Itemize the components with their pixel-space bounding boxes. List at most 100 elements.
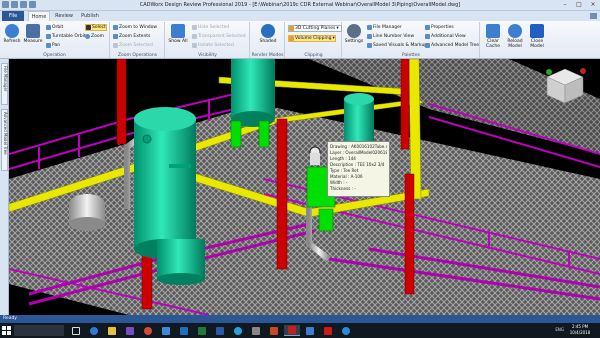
- reload-icon: [508, 24, 522, 38]
- taskbar-app-skype[interactable]: [230, 325, 246, 336]
- refresh-icon: [5, 24, 19, 38]
- model-scene[interactable]: [9, 59, 600, 315]
- taskbar-app-visual-studio[interactable]: [122, 325, 138, 336]
- status-bar: Ready: [0, 315, 600, 323]
- zoom-button[interactable]: Zoom: [85, 33, 104, 40]
- small-horizontal-vessel: [69, 194, 105, 231]
- upper-vessel-left: [231, 59, 275, 127]
- saved-visuals-button[interactable]: Saved Visuals & Markup: [367, 42, 427, 49]
- pan-button[interactable]: Pan: [46, 42, 60, 49]
- taskbar-app-task-view[interactable]: [68, 325, 84, 336]
- clipping-label: Clipping: [304, 53, 323, 58]
- taskbar-app-excel[interactable]: [194, 325, 210, 336]
- taskbar-app-blue[interactable]: [158, 325, 174, 336]
- zoom-selected-button[interactable]: Zoom Selected: [113, 42, 153, 49]
- windows-taskbar: ENG 2:45 PM 10/4/2018: [0, 323, 600, 338]
- close-icon: [530, 24, 544, 38]
- taskbar-app-chrome[interactable]: [140, 325, 156, 336]
- taskbar-app-zoom[interactable]: [338, 325, 354, 336]
- show-all-button[interactable]: Show All: [167, 23, 189, 50]
- taskbar-app-outlook[interactable]: [176, 325, 192, 336]
- isolate-selected-button[interactable]: Isolate Selected: [192, 42, 234, 49]
- folder-icon: [367, 25, 372, 30]
- window-controls: – □ ×: [558, 0, 600, 10]
- zoom-operations-label: Zoom Operations: [117, 53, 158, 58]
- close-window-button[interactable]: ×: [586, 0, 600, 10]
- zoom-operations-group: Zoom to Window Zoom Extents Zoom Selecte…: [111, 22, 165, 58]
- zoom-extents-button[interactable]: Zoom Extents: [113, 33, 150, 40]
- reload-model-button[interactable]: Reload Model: [504, 23, 526, 50]
- properties-icon: [425, 25, 430, 30]
- file-manager-side-tab[interactable]: File Manager: [1, 63, 8, 105]
- clear-cache-button[interactable]: Clear Cache: [482, 23, 504, 50]
- taskbar-app-word[interactable]: [212, 325, 228, 336]
- settings-button[interactable]: Settings: [343, 23, 365, 50]
- excel-icon: [198, 326, 206, 335]
- advanced-model-tree-button[interactable]: Advanced Model Tree: [425, 42, 479, 49]
- orbit-button[interactable]: Orbit: [46, 24, 63, 31]
- chrome-icon: [144, 326, 152, 335]
- line-number-view-button[interactable]: Line Number View: [367, 33, 414, 40]
- measure-button[interactable]: Measure: [22, 23, 44, 50]
- shaded-button[interactable]: Shaded: [257, 23, 279, 50]
- taskbar-app-blue2[interactable]: [302, 325, 318, 336]
- orbit-icon: [46, 25, 51, 30]
- edge-icon: [90, 326, 98, 335]
- select-button[interactable]: Select: [85, 24, 107, 31]
- isolate-icon: [192, 43, 197, 48]
- taskbar-search-box[interactable]: [14, 325, 64, 336]
- system-tray-language[interactable]: ENG: [555, 327, 564, 332]
- model-group: Clear Cache Reload Model Close Model: [481, 22, 551, 58]
- tab-home[interactable]: Home: [28, 11, 50, 21]
- refresh-button[interactable]: Refresh: [1, 23, 23, 50]
- component-tooltip: Drawing : AK0016102Tube.dwg Layer : Over…: [327, 141, 390, 197]
- cutting-planes-dropdown[interactable]: 3D Cutting Planes ▾: [288, 25, 342, 32]
- list-icon: [367, 34, 372, 39]
- taskbar-app-acrobat[interactable]: [320, 325, 336, 336]
- windows-start-icon[interactable]: [2, 326, 11, 335]
- show-all-icon: [171, 24, 185, 38]
- taskbar-app-cadworx[interactable]: [284, 325, 300, 336]
- visibility-group: Show All Hide Selected Transparent Selec…: [166, 22, 250, 58]
- help-icon[interactable]: [590, 13, 597, 19]
- minimize-button[interactable]: –: [558, 0, 572, 10]
- taskbar-apps: [68, 325, 354, 336]
- ruler-icon: [26, 24, 40, 38]
- volume-clipping-button[interactable]: Volume Clipping ▾: [288, 35, 336, 42]
- transparent-selected-button[interactable]: Transparent Selected: [192, 33, 246, 40]
- magnifier-icon: [85, 34, 90, 39]
- palettes-group: Settings File Manager Line Number View S…: [343, 22, 480, 58]
- tree-icon: [425, 43, 430, 48]
- turntable-orbit-button[interactable]: Turntable Orbit: [46, 33, 86, 40]
- status-text: Ready: [3, 316, 17, 321]
- title-bar: CADWorx Design Review Professional 2019 …: [0, 0, 600, 11]
- tab-file[interactable]: File: [2, 11, 24, 21]
- view-icon: [425, 34, 430, 39]
- file-manager-button[interactable]: File Manager: [367, 24, 402, 31]
- visual-studio-icon: [126, 326, 134, 335]
- taskbar-app-generic[interactable]: [248, 325, 264, 336]
- camera-icon: [367, 43, 372, 48]
- selected-tee-component[interactable]: [309, 146, 321, 165]
- taskbar-app-explorer[interactable]: [104, 325, 120, 336]
- model-tree-side-tab[interactable]: Advanced Model Tree: [1, 109, 8, 171]
- cutting-plane-icon: [289, 26, 294, 31]
- acrobat-icon: [324, 326, 332, 335]
- task-view-icon: [72, 326, 80, 335]
- properties-button[interactable]: Properties: [425, 24, 454, 31]
- close-model-button[interactable]: Close Model: [526, 23, 548, 50]
- taskbar-app-edge[interactable]: [86, 325, 102, 336]
- maximize-button[interactable]: □: [572, 0, 586, 10]
- cursor-icon: [86, 25, 91, 30]
- additional-view-button[interactable]: Additional View: [425, 33, 466, 40]
- skype-icon: [234, 326, 242, 335]
- zoom-to-window-button[interactable]: Zoom to Window: [113, 24, 157, 31]
- tab-review[interactable]: Review: [52, 11, 76, 21]
- hide-selected-button[interactable]: Hide Selected: [192, 24, 229, 31]
- cadworx-icon: [288, 326, 296, 334]
- 3d-viewport[interactable]: Drawing : AK0016102Tube.dwg Layer : Over…: [9, 59, 600, 315]
- taskbar-app-powerpoint[interactable]: [266, 325, 282, 336]
- tab-publish[interactable]: Publish: [78, 11, 102, 21]
- chevron-down-icon: ▾: [332, 36, 335, 41]
- taskbar-clock[interactable]: 2:45 PM 10/4/2018: [566, 324, 594, 336]
